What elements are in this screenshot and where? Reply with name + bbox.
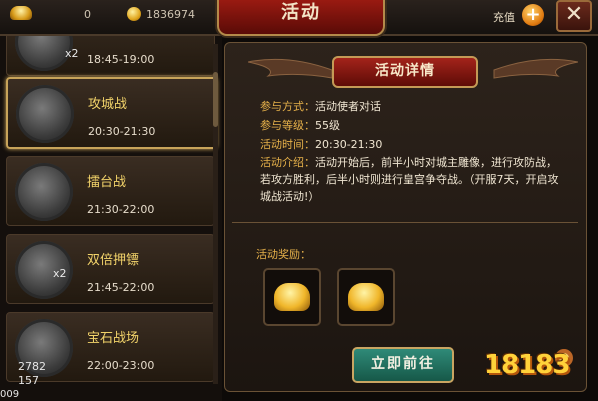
detail-title-plate: 活动详情 [332, 56, 478, 88]
activity-time: 22:00-23:00 [87, 359, 155, 372]
reward-slot-1[interactable] [263, 268, 321, 326]
activity-time: 21:45-22:00 [87, 281, 155, 294]
info-row-method: 参与方式：活动使者对话 [260, 98, 381, 114]
gold-ingot-reward-icon [348, 283, 384, 311]
go-now-label: 立即前往 [371, 356, 435, 372]
info-description: 活动介绍：活动开始后，前半小时对城主雕像，进行攻防战，若攻方胜利，后半小时则进行… [260, 154, 560, 205]
ingot-count: 0 [84, 8, 91, 21]
activity-name: 擂台战 [87, 175, 127, 190]
info-value: 活动使者对话 [315, 100, 381, 113]
activity-name: 宝石战场 [87, 331, 140, 346]
activity-time: 20:30-21:30 [88, 125, 156, 138]
coin-count: 1836974 [146, 8, 195, 21]
info-key: 活动介绍： [260, 156, 315, 169]
recharge-label[interactable]: 充值 [493, 9, 515, 25]
gold-coin-icon [127, 7, 141, 21]
gold-ingot-icon [10, 6, 32, 20]
reward-label: 活动奖励： [256, 248, 311, 261]
info-key: 活动时间： [260, 138, 315, 151]
activity-item-1[interactable]: x2 18:45-19:00 [6, 36, 215, 76]
top-bar: 0 1836974 活动 充值 + ✕ [0, 0, 598, 36]
gold-ingot-reward-icon [274, 283, 310, 311]
multiplier-badge: x2 [65, 47, 79, 60]
detail-title: 活动详情 [375, 63, 435, 79]
info-row-time: 活动时间：20:30-21:30 [260, 136, 382, 152]
activity-item-siege[interactable]: 攻城战 20:30-21:30 [6, 77, 217, 149]
activity-time: 18:45-19:00 [87, 53, 155, 66]
detail-info: 参与方式：活动使者对话 参与等级：55级 活动时间：20:30-21:30 活动… [250, 90, 570, 222]
close-button[interactable]: ✕ [556, 0, 592, 32]
activity-list: x2 18:45-19:00 攻城战 20:30-21:30 擂台战 21:30… [0, 36, 222, 401]
section-divider [232, 222, 578, 223]
info-value: 55级 [315, 119, 340, 132]
activity-name: 双倍押镖 [87, 253, 140, 268]
info-key: 参与方式： [260, 100, 315, 113]
page-title-plate: 活动 [217, 0, 385, 36]
info-key: 参与等级： [260, 119, 315, 132]
activity-item-arena[interactable]: 擂台战 21:30-22:00 [6, 156, 215, 226]
page-title: 活动 [281, 2, 321, 23]
list-scrollbar-thumb[interactable] [213, 72, 218, 127]
activity-name: 攻城战 [88, 97, 128, 112]
activity-time: 21:30-22:00 [87, 203, 155, 216]
watermark-logo-text: 18183 [484, 350, 570, 380]
multiplier-badge: x2 [53, 267, 67, 280]
ping-value-top: 2782 [18, 360, 46, 373]
castle-emblem-icon [16, 85, 74, 143]
activity-item-escort[interactable]: x2 双倍押镖 21:45-22:00 [6, 234, 215, 304]
info-row-level: 参与等级：55级 [260, 117, 340, 133]
info-value: 20:30-21:30 [315, 138, 383, 151]
status-number: 009 [0, 389, 20, 400]
ping-value-bottom: 157 [18, 374, 39, 387]
go-now-button[interactable]: 立即前往 [352, 347, 454, 383]
reward-slot-2[interactable] [337, 268, 395, 326]
arena-emblem-icon [15, 163, 73, 221]
recharge-plus-button[interactable]: + [522, 4, 544, 26]
